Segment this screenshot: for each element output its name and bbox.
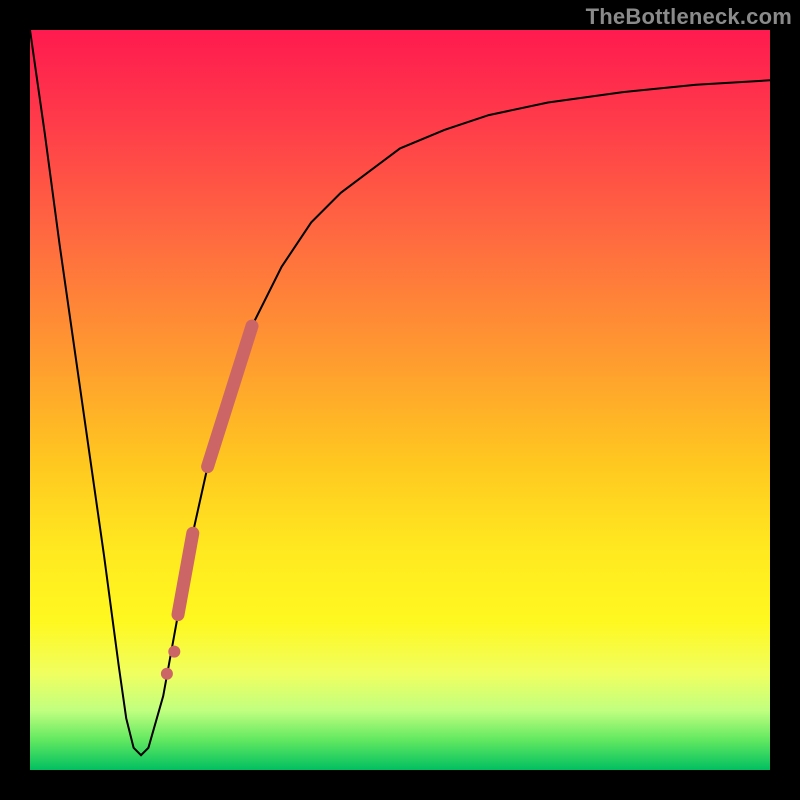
highlight-dot-1 <box>161 668 173 680</box>
highlight-dot-2 <box>168 646 180 658</box>
highlight-segment-upper <box>208 326 252 467</box>
watermark-text: TheBottleneck.com <box>586 4 792 30</box>
plot-area <box>30 30 770 770</box>
chart-frame: TheBottleneck.com <box>0 0 800 800</box>
bottleneck-curve-path <box>30 30 770 755</box>
bottleneck-curve-svg <box>30 30 770 770</box>
marker-group <box>161 326 252 680</box>
highlight-segment-lower <box>178 533 193 614</box>
